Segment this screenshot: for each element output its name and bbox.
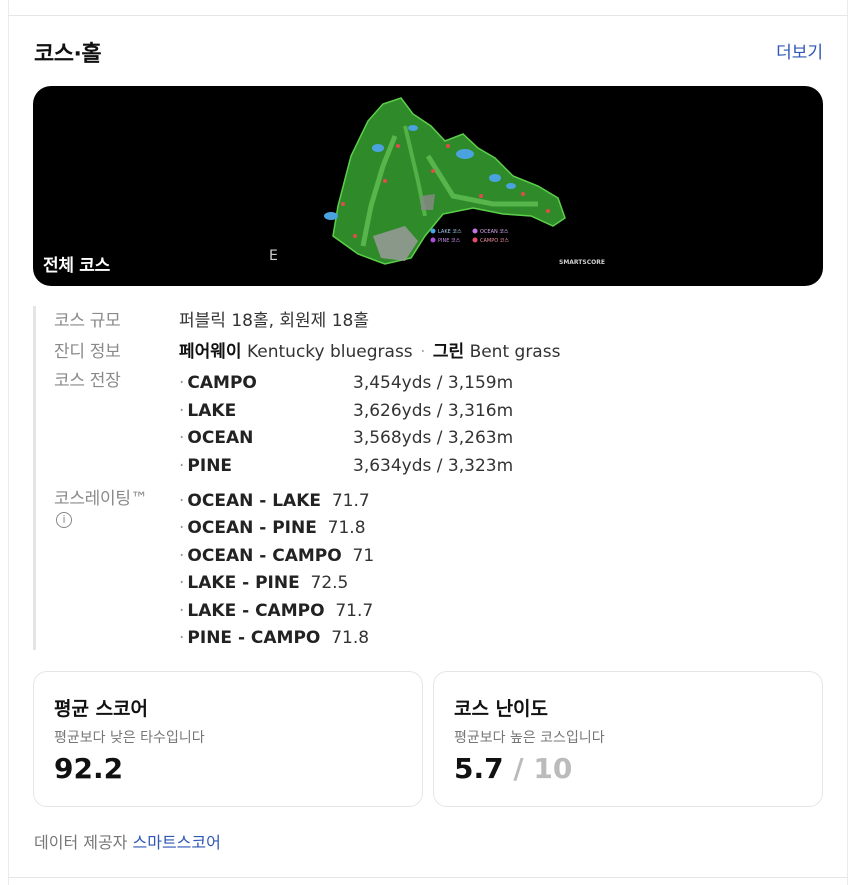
difficulty-title: 코스 난이도: [454, 698, 549, 720]
length-distance: 3,568yds / 3,263m: [353, 428, 514, 448]
club-logo-icon: E: [269, 248, 278, 264]
length-row: · CAMPO: [179, 373, 257, 393]
rating-row: · OCEAN - CAMPO 71: [179, 546, 375, 566]
difficulty-score: 5.7: [454, 752, 504, 785]
difficulty-subtitle: 평균보다 높은 코스입니다: [454, 730, 605, 746]
green-value: Bent grass: [469, 342, 561, 362]
size-value: 퍼블릭 18홀, 회원제 18홀: [179, 311, 369, 331]
length-distance: 3,634yds / 3,323m: [353, 456, 514, 476]
score-value: 92.2: [54, 752, 124, 785]
difficulty-value: 5.7 / 10: [454, 752, 572, 785]
info-icon[interactable]: i: [56, 512, 72, 528]
length-distance: 3,626yds / 3,316m: [353, 401, 514, 421]
course-map-illustration: LAKE 코스 OCEAN 코스 PINE 코스 CAMPO 코스 E SMAR…: [269, 97, 605, 266]
rating-row: · OCEAN - PINE 71.8: [179, 518, 366, 538]
difficulty-card: 코스 난이도 평균보다 높은 코스입니다 5.7 / 10: [433, 671, 823, 807]
legend-campo: CAMPO 코스: [480, 238, 509, 244]
section-title: 코스·홀: [34, 42, 102, 67]
difficulty-max: / 10: [513, 752, 573, 785]
score-title: 평균 스코어: [54, 698, 149, 720]
map-caption: 전체 코스: [43, 256, 110, 276]
average-score-card: 평균 스코어 평균보다 낮은 타수입니다 92.2: [33, 671, 423, 807]
data-provider: 데이터 제공자 스마트스코어: [34, 829, 221, 853]
course-info: 코스 규모 퍼블릭 18홀, 회원제 18홀 잔디 정보 페어웨이 Kentuc…: [33, 306, 816, 650]
fairway-label: 페어웨이: [179, 342, 242, 362]
separator-dot: ·: [420, 342, 426, 362]
fairway-value: Kentucky bluegrass: [246, 342, 413, 362]
length-row: · PINE: [179, 456, 233, 476]
rating-row: · PINE - CAMPO 71.8: [179, 628, 370, 648]
score-subtitle: 평균보다 낮은 타수입니다: [54, 730, 205, 746]
length-row: · LAKE: [179, 401, 237, 421]
length-row: · OCEAN: [179, 428, 254, 448]
grass-value: 페어웨이 Kentucky bluegrass · 그린 Bent grass: [179, 337, 560, 362]
more-link[interactable]: 더보기: [776, 38, 823, 63]
length-distance: 3,454yds / 3,159m: [353, 373, 514, 393]
smartscore-logo: SMARTSCORE: [559, 259, 605, 266]
rating-label: 코스레이팅™: [54, 489, 148, 509]
grass-label: 잔디 정보: [54, 342, 121, 362]
top-divider: [8, 15, 848, 16]
course-map-image[interactable]: LAKE 코스 OCEAN 코스 PINE 코스 CAMPO 코스 E SMAR…: [33, 86, 823, 286]
rating-row: · LAKE - PINE 72.5: [179, 573, 349, 593]
legend-ocean: OCEAN 코스: [480, 229, 509, 235]
provider-link[interactable]: 스마트스코어: [133, 833, 221, 852]
legend-lake: LAKE 코스: [438, 229, 462, 235]
provider-label: 데이터 제공자: [34, 833, 128, 852]
rating-row: · OCEAN - LAKE 71.7: [179, 491, 370, 511]
bottom-divider: [8, 877, 848, 878]
size-label: 코스 규모: [54, 311, 121, 331]
length-label: 코스 전장: [54, 371, 121, 391]
green-label: 그린: [432, 342, 465, 362]
legend-pine: PINE 코스: [438, 238, 461, 244]
rating-row: · LAKE - CAMPO 71.7: [179, 601, 374, 621]
